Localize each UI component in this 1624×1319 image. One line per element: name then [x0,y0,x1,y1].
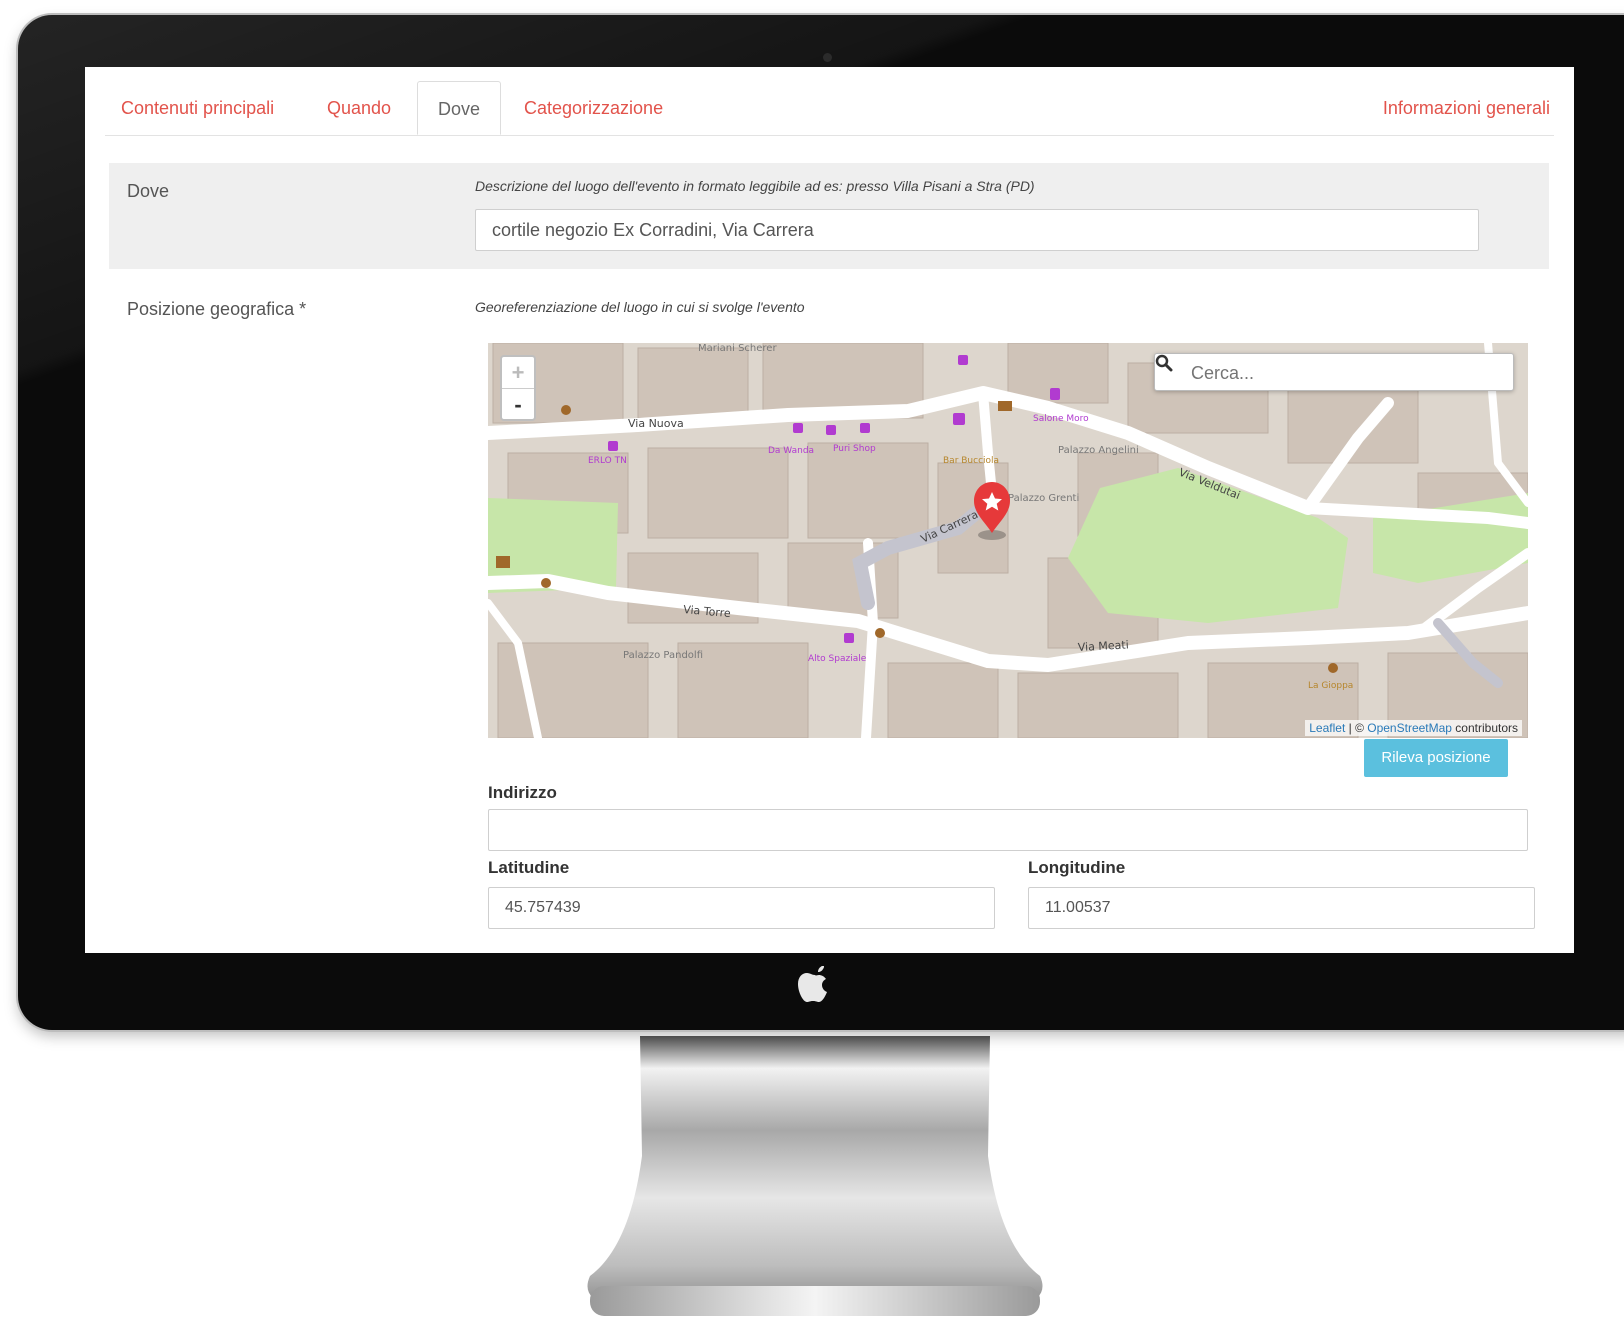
map-search-box [1154,353,1514,392]
map-tiles: Via Nuova Via Veldutai Via Torre Via Mea… [488,343,1528,738]
svg-text:Via Meati: Via Meati [1077,638,1129,654]
map-attribution: Leaflet | © OpenStreetMap contributors [1305,720,1522,736]
tab-contenuti-principali[interactable]: Contenuti principali [121,81,274,135]
openstreetmap-link[interactable]: OpenStreetMap [1367,721,1452,735]
tab-informazioni-generali[interactable]: Informazioni generali [1383,81,1550,135]
latitude-label: Latitudine [488,858,570,877]
monitor-stand [587,1036,1043,1316]
zoom-out-button[interactable]: - [502,389,534,420]
zoom-control: + - [500,355,536,421]
position-label: Posizione geografica * [127,299,307,319]
detect-position-button[interactable]: Rileva posizione [1364,739,1508,777]
tab-dove[interactable]: Dove [417,81,502,135]
street-label: Via Nuova [628,417,684,430]
latitude-input[interactable] [488,887,995,929]
dove-input[interactable] [475,209,1479,251]
svg-text:La Gioppa: La Gioppa [1308,681,1353,691]
leaflet-link[interactable]: Leaflet [1309,721,1345,735]
svg-text:Alto Spaziale: Alto Spaziale [808,654,867,664]
apple-logo-icon [798,966,827,1002]
svg-text:Da Wanda: Da Wanda [768,446,814,456]
svg-text:Puri Shop: Puri Shop [833,444,876,454]
longitude-input[interactable] [1028,887,1535,929]
dove-section: Dove Descrizione del luogo dell'evento i… [109,163,1549,269]
longitude-label: Longitudine [1028,858,1126,877]
screen: Contenuti principali Quando Dove Categor… [85,67,1574,953]
svg-text:Palazzo Pandolfi: Palazzo Pandolfi [623,650,703,661]
svg-text:ERLO TN: ERLO TN [588,456,627,466]
svg-text:Palazzo Angelini: Palazzo Angelini [1058,445,1139,456]
dove-label: Dove [127,181,170,201]
svg-text:Mariani Scherer: Mariani Scherer [698,343,777,354]
map[interactable]: Via Nuova Via Veldutai Via Torre Via Mea… [488,343,1528,738]
tab-bar: Contenuti principali Quando Dove Categor… [105,81,1554,136]
zoom-in-button[interactable]: + [502,357,534,389]
svg-text:Palazzo Grenti: Palazzo Grenti [1008,493,1079,504]
address-input[interactable] [488,809,1528,851]
tab-categorizzazione[interactable]: Categorizzazione [524,81,663,135]
address-label: Indirizzo [488,783,557,802]
dove-help-text: Descrizione del luogo dell'evento in for… [475,178,1035,194]
svg-text:Bar Bucciola: Bar Bucciola [943,456,999,466]
svg-text:Salone Moro: Salone Moro [1033,414,1089,424]
camera-icon [823,53,832,62]
tab-quando[interactable]: Quando [327,81,391,135]
position-help-text: Georeferenziazione del luogo in cui si s… [475,299,805,315]
map-search-input[interactable] [1189,354,1503,392]
search-icon [1155,354,1173,372]
